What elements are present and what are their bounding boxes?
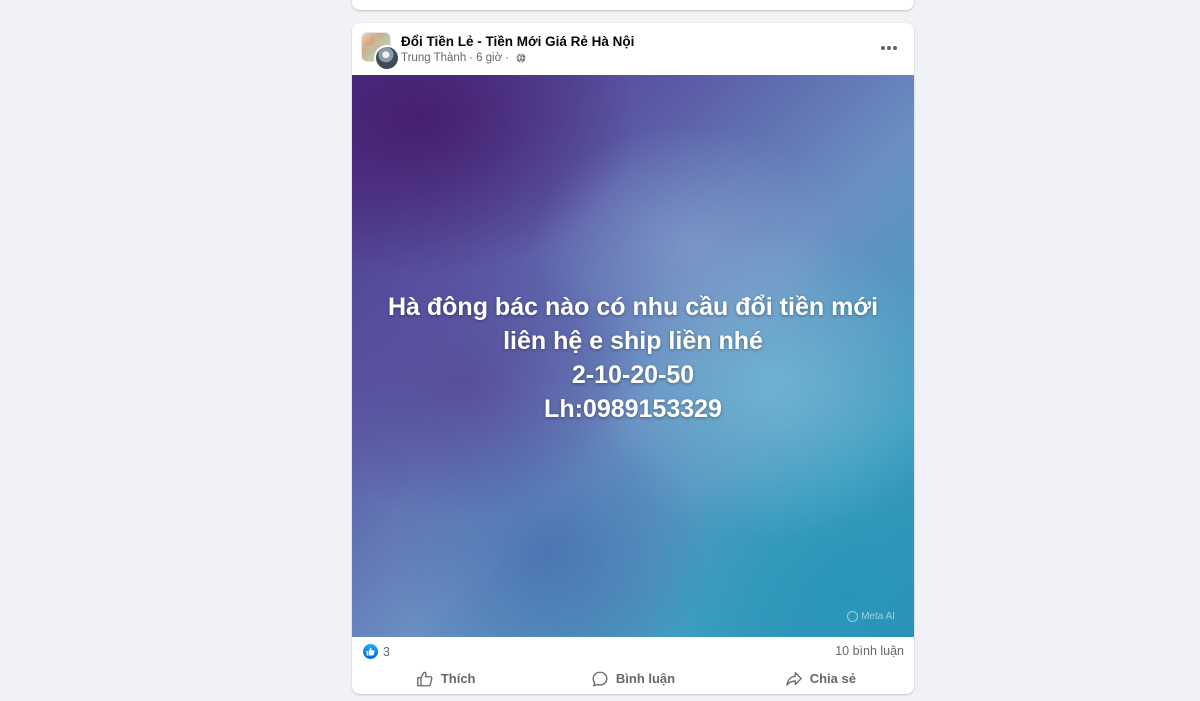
more-options-button[interactable] <box>874 35 904 61</box>
reaction-count[interactable]: 3 <box>383 645 390 659</box>
thumbs-up-icon <box>416 671 433 686</box>
previous-post-card <box>352 0 914 10</box>
like-button[interactable]: Thích <box>352 665 539 692</box>
share-button[interactable]: Chia sẻ <box>727 665 914 692</box>
share-button-label: Chia sẻ <box>809 671 856 686</box>
avatar[interactable] <box>361 32 400 71</box>
like-button-label: Thích <box>440 671 476 686</box>
meta-ai-watermark: Meta AI <box>847 611 895 622</box>
post-text: Hà đông bác nào có nhu cầu đổi tiền mới … <box>352 290 914 426</box>
more-dot-icon <box>893 46 897 50</box>
like-reaction-icon[interactable] <box>363 644 378 659</box>
group-name-link[interactable]: Đổi Tiền Lẻ - Tiền Mới Giá Rẻ Hà Nội <box>401 34 634 49</box>
post-background-image[interactable]: Hà đông bác nào có nhu cầu đổi tiền mới … <box>352 75 914 637</box>
comment-icon <box>592 671 608 686</box>
thumbs-up-icon <box>366 647 375 656</box>
comment-button-label: Bình luận <box>615 671 676 686</box>
post-header: Đổi Tiền Lẻ - Tiền Mới Giá Rẻ Hà Nội Tru… <box>352 23 914 75</box>
post-actions: Thích Bình luận Chia sẻ <box>352 665 914 692</box>
post-text-line: Hà đông bác nào có nhu cầu đổi tiền mới <box>387 293 879 321</box>
post-text-line: liên hệ e ship liền nhé <box>503 327 763 355</box>
meta-ai-icon <box>847 611 859 622</box>
more-dot-icon <box>881 46 885 50</box>
share-icon <box>785 671 802 686</box>
meta-separator-2: · <box>505 52 509 64</box>
post-text-line: 2-10-20-50 <box>571 361 695 389</box>
post-timestamp[interactable]: 6 giờ <box>476 52 502 64</box>
post-card: Đổi Tiền Lẻ - Tiền Mới Giá Rẻ Hà Nội Tru… <box>352 23 914 694</box>
post-meta: Trung Thành · 6 giờ · <box>401 52 526 64</box>
author-avatar[interactable] <box>374 45 400 71</box>
more-dot-icon <box>887 46 891 50</box>
post-stats: 3 10 bình luận <box>352 637 914 665</box>
post-text-line: Lh:0989153329 <box>544 395 722 423</box>
watermark-label: Meta AI <box>861 611 895 622</box>
author-link[interactable]: Trung Thành <box>401 52 466 64</box>
comment-button[interactable]: Bình luận <box>539 665 726 692</box>
globe-icon <box>516 53 526 63</box>
comment-count[interactable]: 10 bình luận <box>835 644 904 658</box>
meta-separator: · <box>469 52 474 64</box>
